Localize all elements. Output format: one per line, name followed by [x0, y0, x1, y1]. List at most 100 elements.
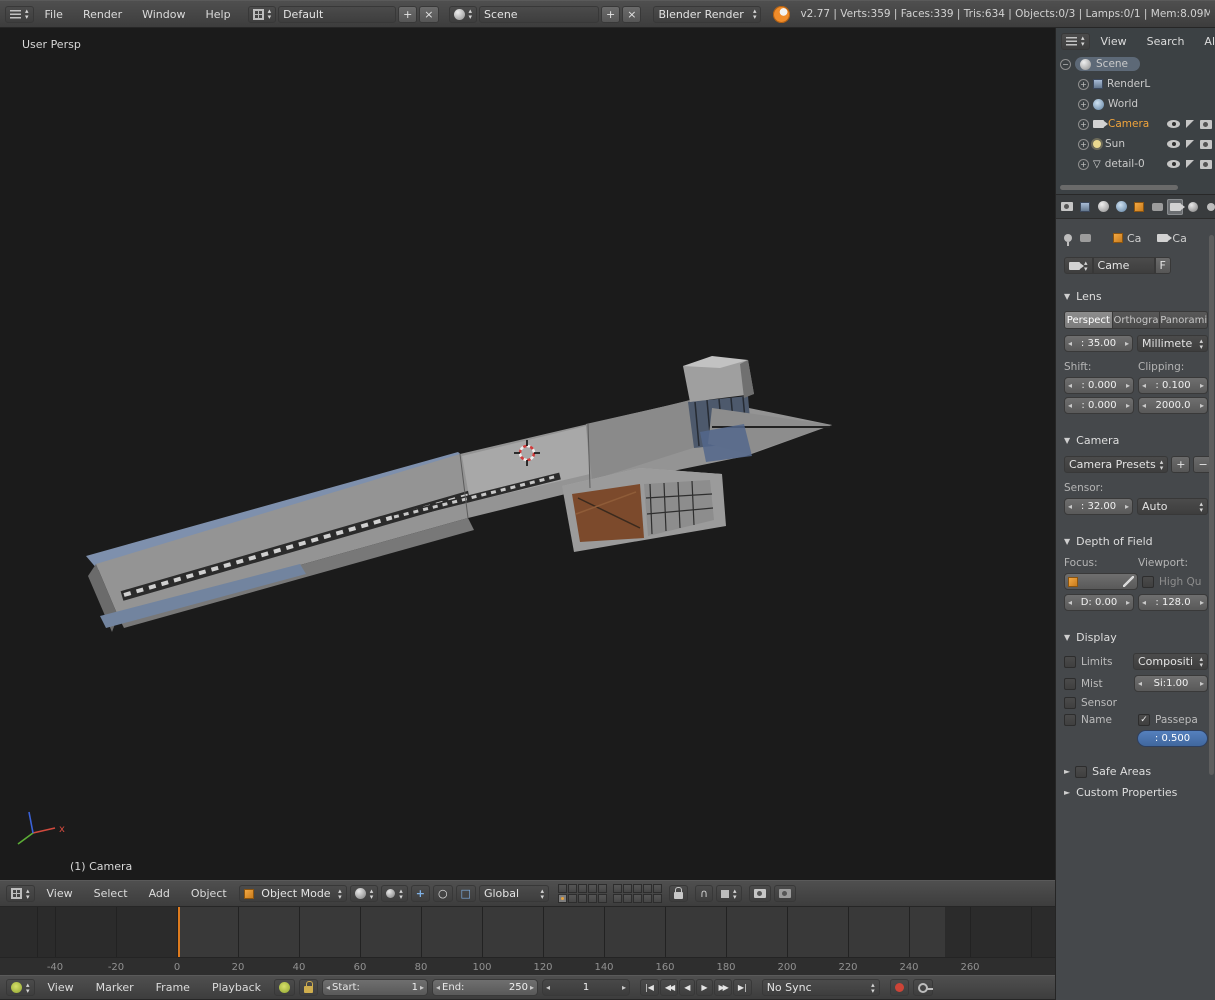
menu-render[interactable]: Render [74, 5, 131, 24]
snap-toggle-button[interactable]: ∩ [695, 885, 713, 902]
clip-start-field[interactable]: ◂ : 0.100 ▸ [1138, 377, 1208, 394]
properties-vertical-scrollbar[interactable] [1209, 235, 1214, 775]
increment-arrow-icon[interactable]: ▸ [1200, 599, 1204, 607]
breadcrumb-data[interactable]: Ca [1157, 232, 1186, 245]
use-preview-range-button[interactable] [274, 979, 295, 996]
checkbox[interactable] [1142, 576, 1154, 588]
viewport-shading-dropdown[interactable] [350, 885, 379, 902]
scene-selector[interactable] [449, 6, 478, 23]
editor-type-button[interactable] [6, 979, 35, 996]
snap-element-dropdown[interactable] [716, 885, 742, 902]
increment-arrow-icon[interactable]: ▸ [420, 984, 424, 992]
mist-checkbox[interactable]: Mist [1064, 678, 1130, 690]
menu-frame[interactable]: Frame [147, 978, 199, 997]
layer-cell[interactable] [578, 884, 587, 893]
start-frame-field[interactable]: ◂ Start: 1 ▸ [322, 979, 428, 996]
play-reverse-button[interactable]: ◀ [679, 979, 695, 996]
menu-select[interactable]: Select [85, 884, 137, 903]
tab-render[interactable] [1059, 199, 1075, 215]
menu-window[interactable]: Window [133, 5, 194, 24]
render-opengl-button[interactable] [749, 885, 771, 902]
increment-arrow-icon[interactable]: ▸ [1126, 599, 1130, 607]
layer-cell-active[interactable] [558, 894, 567, 903]
increment-arrow-icon[interactable]: ▸ [622, 984, 626, 992]
menu-view[interactable]: View [1092, 32, 1136, 51]
outliner-row-scene[interactable]: − Scene [1056, 54, 1215, 74]
renderability-camera-icon[interactable] [1200, 160, 1212, 169]
expand-icon[interactable]: + [1078, 119, 1089, 130]
menu-view[interactable]: View [38, 884, 82, 903]
renderability-camera-icon[interactable] [1200, 140, 1212, 149]
menu-playback[interactable]: Playback [203, 978, 270, 997]
panel-header-safe-areas[interactable]: ► Safe Areas [1064, 765, 1208, 778]
layer-cell[interactable] [588, 894, 597, 903]
display-filter-dropdown[interactable]: Al [1195, 32, 1215, 51]
outliner-row-renderlayers[interactable]: + RenderL [1056, 74, 1215, 94]
render-opengl-anim-button[interactable] [774, 885, 796, 902]
increment-arrow-icon[interactable]: ▸ [1125, 340, 1129, 348]
visibility-eye-icon[interactable] [1167, 160, 1180, 168]
checkbox[interactable] [1064, 714, 1076, 726]
current-frame-field[interactable]: ◂ 1 ▸ [542, 979, 630, 996]
layer-cell[interactable] [643, 884, 652, 893]
layer-cell[interactable] [588, 884, 597, 893]
menu-search[interactable]: Search [1138, 32, 1194, 51]
tab-particles[interactable] [1203, 199, 1215, 215]
layer-grid-left[interactable] [558, 884, 607, 903]
end-frame-field[interactable]: ◂ End: 250 ▸ [432, 979, 538, 996]
outliner-row-sun[interactable]: + Sun [1056, 134, 1215, 154]
editor-type-button[interactable] [5, 6, 34, 23]
menu-help[interactable]: Help [196, 5, 239, 24]
option-panoramic[interactable]: Panorami [1160, 311, 1208, 329]
sensor-fit-dropdown[interactable]: Auto [1137, 498, 1208, 515]
camera-presets-dropdown[interactable]: Camera Presets [1064, 456, 1168, 473]
camera-data-browse-dropdown[interactable] [1064, 257, 1093, 274]
visibility-eye-icon[interactable] [1167, 140, 1180, 148]
menu-file[interactable]: File [36, 5, 72, 24]
close-layout-button[interactable]: × [419, 6, 438, 23]
menu-add[interactable]: Add [140, 884, 179, 903]
scene-name-field[interactable]: Scene [479, 6, 599, 23]
layer-cell[interactable] [568, 894, 577, 903]
increment-arrow-icon[interactable]: ▸ [1125, 503, 1129, 511]
dof-distance-field[interactable]: ◂ D: 0.00 ▸ [1064, 594, 1134, 611]
add-preset-button[interactable]: + [1171, 456, 1190, 473]
pivot-point-dropdown[interactable] [381, 885, 408, 902]
renderability-camera-icon[interactable] [1200, 120, 1212, 129]
checkbox[interactable] [1064, 678, 1076, 690]
transform-orientation-dropdown[interactable]: Global [479, 885, 549, 902]
draw-size-field[interactable]: ◂ Si:1.00 ▸ [1134, 675, 1208, 692]
tab-object[interactable] [1131, 199, 1147, 215]
selectability-cursor-icon[interactable] [1186, 140, 1194, 148]
screen-layout-selector[interactable] [248, 6, 277, 23]
panel-header-custom-properties[interactable]: ► Custom Properties [1064, 786, 1208, 799]
tab-object-data-camera[interactable] [1167, 199, 1183, 215]
option-perspective[interactable]: Perspect [1064, 311, 1113, 329]
tab-scene[interactable] [1095, 199, 1111, 215]
3d-viewport[interactable]: User Persp x (1) Camera [0, 28, 1055, 880]
passepartout-checkbox[interactable]: ✓ Passepa [1138, 714, 1208, 726]
outliner-row-camera[interactable]: + Camera [1056, 114, 1215, 134]
layer-cell[interactable] [613, 894, 622, 903]
jump-to-end-button[interactable]: ▶| [733, 979, 752, 996]
sync-mode-dropdown[interactable]: No Sync [762, 979, 880, 996]
editor-type-button[interactable] [1061, 33, 1090, 50]
menu-object[interactable]: Object [182, 884, 236, 903]
increment-arrow-icon[interactable]: ▸ [1200, 680, 1204, 688]
expand-icon[interactable]: + [1078, 79, 1089, 90]
jump-to-start-button[interactable]: |◀ [640, 979, 659, 996]
id-name-field[interactable]: Came [1093, 257, 1155, 274]
lens-unit-dropdown[interactable]: Millimete [1137, 335, 1208, 352]
increment-arrow-icon[interactable]: ▸ [1126, 382, 1130, 390]
name-checkbox[interactable]: Name [1064, 714, 1134, 726]
manipulator-rotate-button[interactable]: ○ [433, 885, 453, 902]
menu-view[interactable]: View [39, 978, 83, 997]
panel-header-camera[interactable]: ▼ Camera [1064, 434, 1208, 447]
fake-user-button[interactable]: F [1155, 257, 1171, 274]
eyedropper-icon[interactable] [1123, 576, 1134, 587]
tab-render-layers[interactable] [1077, 199, 1093, 215]
checkbox[interactable] [1064, 697, 1076, 709]
dof-fstop-field[interactable]: ◂ : 128.0 ▸ [1138, 594, 1208, 611]
timeline-current-frame-marker[interactable] [178, 907, 180, 957]
outliner-row-world[interactable]: + World [1056, 94, 1215, 114]
